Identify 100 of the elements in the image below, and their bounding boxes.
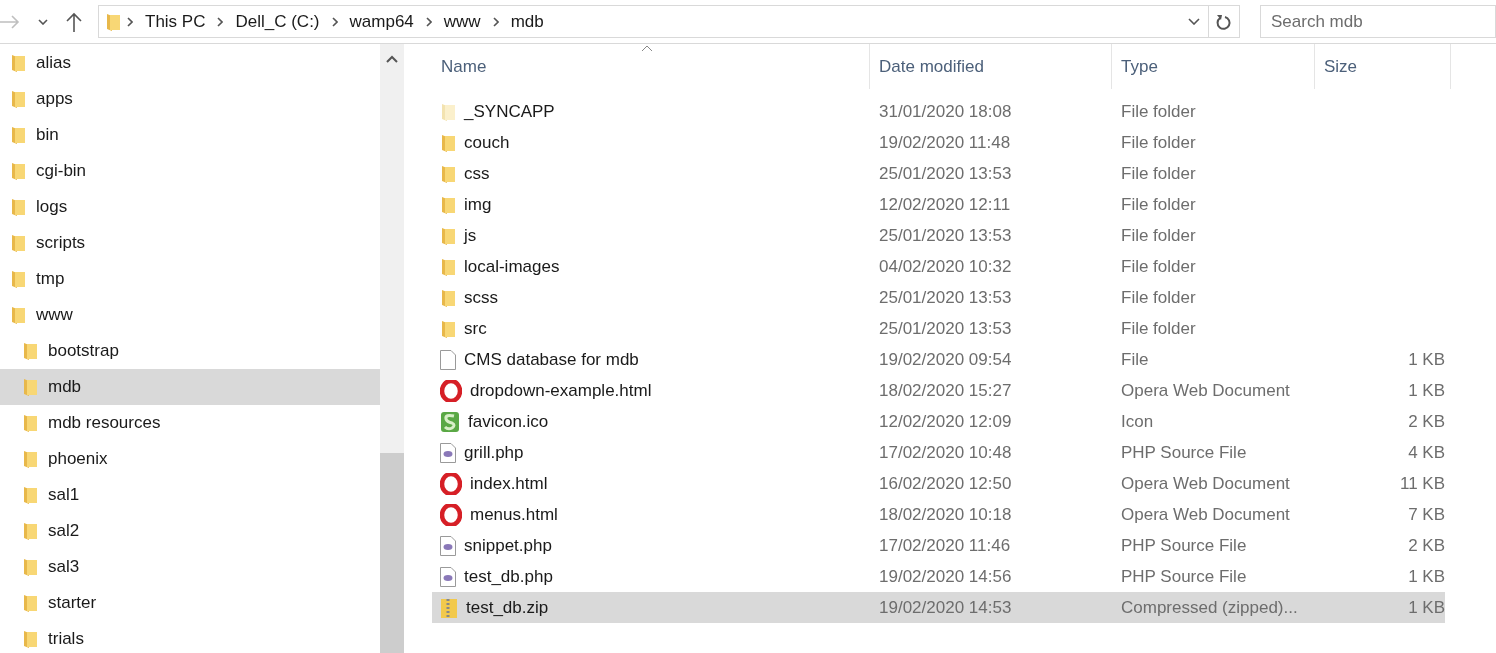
- file-row[interactable]: js 25/01/2020 13:53 File folder: [432, 220, 1445, 251]
- folder-tree-item[interactable]: mdb resources: [0, 405, 380, 441]
- column-header[interactable]: Name: [432, 44, 870, 89]
- folder-tree-item[interactable]: trials: [0, 621, 380, 653]
- folder-icon: [22, 593, 38, 613]
- folder-tree-item[interactable]: starter: [0, 585, 380, 621]
- sort-caret-icon[interactable]: [641, 45, 653, 52]
- file-name: dropdown-example.html: [470, 380, 652, 401]
- folder-tree-item[interactable]: phoenix: [0, 441, 380, 477]
- folder-tree-item[interactable]: bin: [0, 117, 380, 153]
- file-row[interactable]: menus.html 18/02/2020 10:18 Opera Web Document 7 KB: [432, 499, 1445, 530]
- file-name: js: [464, 225, 477, 246]
- file-row[interactable]: snippet.php 17/02/2020 11:46 PHP Source File 2 KB: [432, 530, 1445, 561]
- folder-tree-item[interactable]: scripts: [0, 225, 380, 261]
- blank-file-icon: [440, 349, 456, 370]
- folder-icon: [22, 377, 38, 397]
- date-cell-text: 04/02/2020 10:32: [878, 256, 1013, 277]
- chevron-right-icon[interactable]: [127, 16, 133, 27]
- folder-icon: [22, 413, 38, 433]
- breadcrumb[interactable]: Dell_C (C:): [229, 11, 326, 32]
- file-row[interactable]: css 25/01/2020 13:53 File folder: [432, 158, 1445, 189]
- type-cell-text: File folder: [1120, 194, 1197, 215]
- file-row[interactable]: CMS database for mdb 19/02/2020 09:54 File 1 KB: [432, 344, 1445, 375]
- folder-tree-item[interactable]: logs: [0, 189, 380, 225]
- scroll-up-icon[interactable]: [386, 55, 398, 63]
- folder-tree-item[interactable]: alias: [0, 45, 380, 81]
- file-row[interactable]: test_db.zip 19/02/2020 14:53 Compressed (zipped)... 1 KB: [432, 592, 1445, 623]
- date-cell-text: 12/02/2020 12:11: [878, 194, 1012, 215]
- file-row[interactable]: favicon.ico 12/02/2020 12:09 Icon 2 KB: [432, 406, 1445, 437]
- zip-folder-icon: [440, 596, 458, 619]
- opera-icon: [440, 472, 462, 495]
- chevron-right-icon[interactable]: [492, 16, 499, 27]
- file-name: CMS database for mdb: [464, 349, 639, 370]
- folder-tree-item[interactable]: www: [0, 297, 380, 333]
- date-cell-text: 25/01/2020 13:53: [878, 225, 1013, 246]
- folder-icon: [10, 53, 26, 73]
- chevron-right-icon[interactable]: [425, 16, 432, 27]
- folder-tree-item[interactable]: sal2: [0, 513, 380, 549]
- breadcrumb[interactable]: mdb: [504, 11, 550, 32]
- folder-icon: [22, 557, 38, 577]
- folder-tree-item[interactable]: bootstrap: [0, 333, 380, 369]
- file-name: index.html: [470, 473, 548, 494]
- scrollbar[interactable]: [380, 44, 404, 653]
- file-row[interactable]: index.html 16/02/2020 12:50 Opera Web Document 11 KB: [432, 468, 1445, 499]
- file-row[interactable]: test_db.php 19/02/2020 14:56 PHP Source File 1 KB: [432, 561, 1445, 592]
- column-header[interactable]: Type: [1112, 44, 1315, 89]
- size-cell-text: 4 KB: [1407, 442, 1446, 463]
- file-row[interactable]: src 25/01/2020 13:53 File folder: [432, 313, 1445, 344]
- date-cell-text: 18/02/2020 10:18: [878, 504, 1013, 525]
- column-header[interactable]: Size: [1315, 44, 1451, 89]
- file-row[interactable]: _SYNCAPP 31/01/2020 18:08 File folder: [432, 96, 1445, 127]
- file-row[interactable]: dropdown-example.html 18/02/2020 15:27 Opera Web Document 1 KB: [432, 375, 1445, 406]
- folder-icon: [22, 629, 38, 649]
- column-header[interactable]: Date modified: [870, 44, 1112, 89]
- date-cell-text: 19/02/2020 11:48: [878, 132, 1012, 153]
- folder-icon: [10, 161, 26, 181]
- dropdown-caret-icon[interactable]: [1188, 18, 1200, 25]
- folder-tree-item[interactable]: sal3: [0, 549, 380, 585]
- size-cell-text: 1 KB: [1407, 349, 1446, 370]
- size-cell-text: 1 KB: [1407, 380, 1446, 401]
- file-name: snippet.php: [464, 535, 552, 556]
- file-name: grill.php: [464, 442, 524, 463]
- search-field[interactable]: Search mdb: [1260, 5, 1496, 38]
- type-cell-text: PHP Source File: [1120, 442, 1248, 463]
- folder-tree-item[interactable]: sal1: [0, 477, 380, 513]
- chevron-right-icon[interactable]: [217, 16, 224, 27]
- file-row[interactable]: grill.php 17/02/2020 10:48 PHP Source File 4 KB: [432, 437, 1445, 468]
- breadcrumb[interactable]: wamp64: [343, 11, 420, 32]
- scrollbar-thumb[interactable]: [380, 453, 404, 653]
- folder-tree-item[interactable]: mdb: [0, 369, 380, 405]
- date-cell-text: 17/02/2020 11:46: [878, 535, 1012, 556]
- dropdown-caret-icon[interactable]: [38, 18, 48, 25]
- file-row[interactable]: couch 19/02/2020 11:48 File folder: [432, 127, 1445, 158]
- folder-tree-item[interactable]: tmp: [0, 261, 380, 297]
- folder-tree-item[interactable]: apps: [0, 81, 380, 117]
- date-cell-text: 16/02/2020 12:50: [878, 473, 1013, 494]
- file-name: menus.html: [470, 504, 558, 525]
- folder-icon: [22, 521, 38, 541]
- folder-icon: [440, 318, 456, 339]
- type-cell-text: File folder: [1120, 225, 1197, 246]
- file-name: test_db.zip: [466, 597, 549, 618]
- folder-icon: [10, 305, 26, 325]
- file-row[interactable]: scss 25/01/2020 13:53 File folder: [432, 282, 1445, 313]
- file-row[interactable]: img 12/02/2020 12:11 File folder: [432, 189, 1445, 220]
- faded-folder-icon: [440, 101, 456, 122]
- size-cell-text: 1 KB: [1407, 597, 1446, 618]
- folder-tree-item[interactable]: cgi-bin: [0, 153, 380, 189]
- up-arrow-icon[interactable]: [66, 11, 82, 32]
- address-bar[interactable]: This PC Dell_C (C:) wamp64 www mdb: [98, 5, 1240, 38]
- date-cell-text: 12/02/2020 12:09: [878, 411, 1013, 432]
- chevron-right-icon[interactable]: [331, 16, 338, 27]
- php-file-icon: [440, 442, 456, 463]
- breadcrumb[interactable]: This PC: [139, 11, 212, 32]
- file-name: favicon.ico: [468, 411, 549, 432]
- folder-icon: [440, 194, 456, 215]
- folder-icon: [105, 11, 121, 32]
- file-row[interactable]: local-images 04/02/2020 10:32 File folder: [432, 251, 1445, 282]
- breadcrumb[interactable]: www: [437, 11, 487, 32]
- refresh-icon[interactable]: [1216, 12, 1232, 31]
- date-cell-text: 19/02/2020 14:53: [878, 597, 1013, 618]
